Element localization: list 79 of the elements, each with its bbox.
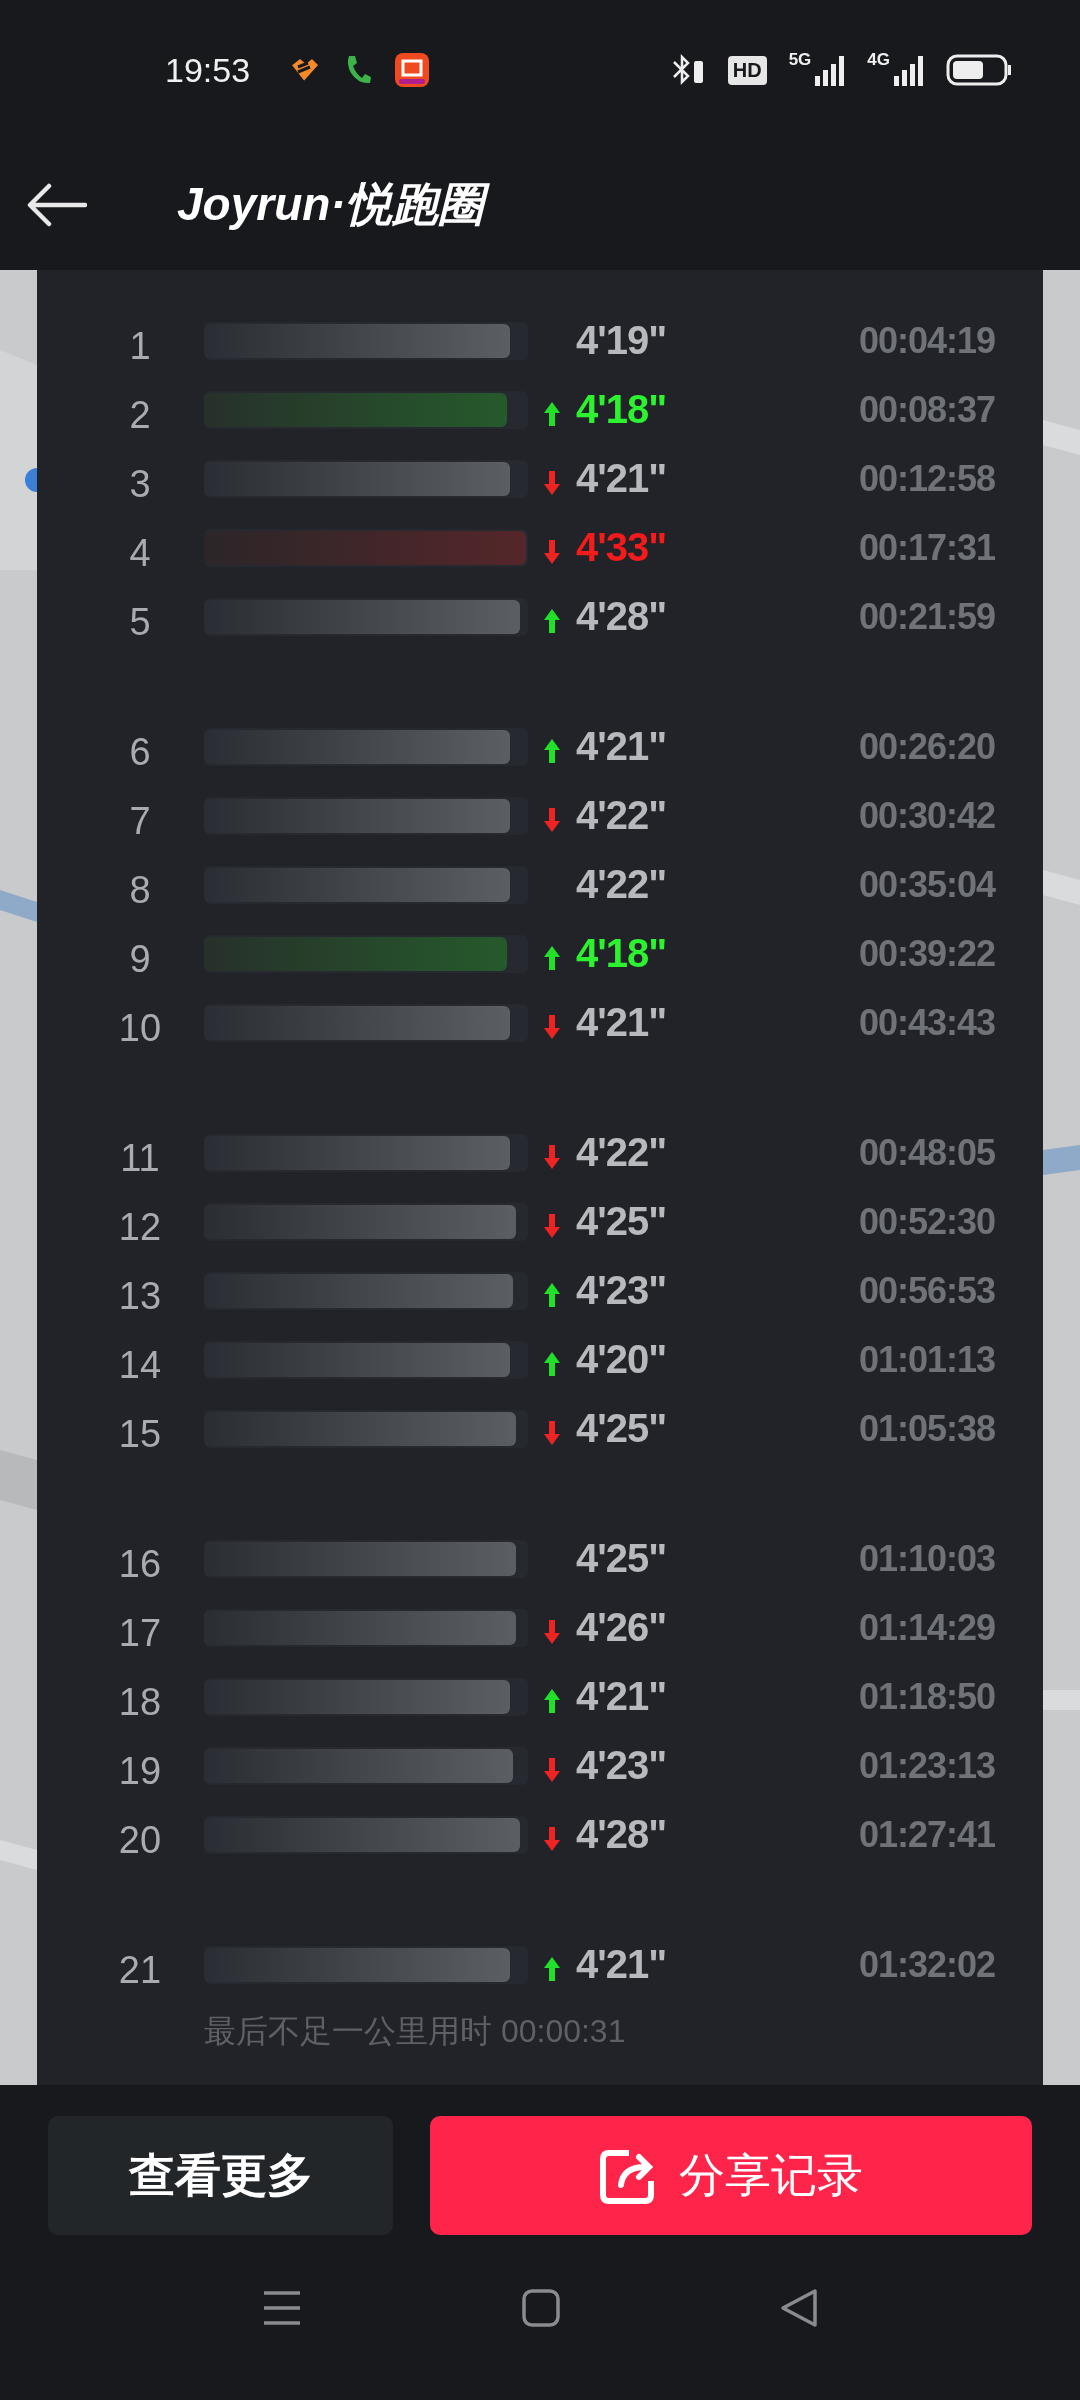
cumulative-time: 00:08:37 [858, 388, 996, 431]
kilometer-number: 18 [117, 1681, 163, 1724]
kilometer-number: 16 [117, 1543, 163, 1586]
pace-value: 4'21" [576, 1000, 668, 1045]
pace-value: 4'25" [576, 1199, 668, 1244]
pace-value: 4'33" [576, 525, 668, 570]
cumulative-time: 01:18:50 [858, 1675, 996, 1718]
cumulative-time: 01:14:29 [858, 1606, 996, 1649]
kilometer-number: 1 [128, 325, 152, 368]
cumulative-time: 01:23:13 [858, 1744, 996, 1787]
kilometer-number: 4 [128, 532, 152, 575]
pace-value: 4'28" [576, 1812, 668, 1857]
cumulative-time: 00:12:58 [858, 457, 996, 500]
kilometer-number: 7 [128, 800, 152, 843]
app-icon [394, 52, 431, 88]
pace-value: 4'25" [576, 1406, 668, 1451]
kilometer-number: 15 [117, 1413, 163, 1456]
kilometer-number: 20 [117, 1819, 163, 1862]
kilometer-number: 12 [117, 1206, 163, 1249]
kilometer-number: 8 [128, 869, 152, 912]
pace-value: 4'21" [576, 724, 668, 769]
cumulative-time: 01:10:03 [858, 1537, 996, 1580]
pace-value: 4'18" [576, 387, 668, 432]
pace-value: 4'23" [576, 1268, 668, 1313]
cumulative-time: 00:39:22 [858, 932, 996, 975]
cumulative-time: 00:26:20 [858, 725, 996, 768]
kilometer-number: 13 [117, 1275, 163, 1318]
cumulative-time: 00:30:42 [858, 794, 996, 837]
view-more-button[interactable]: 查看更多 [48, 2116, 393, 2235]
back-nav-icon[interactable] [780, 2287, 818, 2328]
cumulative-time: 00:17:31 [858, 526, 996, 569]
pace-value: 4'21" [576, 1942, 668, 1987]
cumulative-time: 00:21:59 [858, 595, 996, 638]
pace-value: 4'25" [576, 1536, 668, 1581]
battery-icon [946, 54, 1012, 86]
pace-value: 4'21" [576, 1674, 668, 1719]
pace-value: 4'20" [576, 1337, 668, 1382]
cumulative-time: 01:32:02 [858, 1943, 996, 1986]
kilometer-number: 6 [128, 731, 152, 774]
home-icon[interactable] [522, 2288, 560, 2327]
kilometer-number: 5 [128, 601, 152, 644]
network-label: 4G [867, 50, 890, 70]
cumulative-time: 00:52:30 [858, 1200, 996, 1243]
kilometer-number: 14 [117, 1344, 163, 1387]
pace-value: 4'18" [576, 931, 668, 976]
share-button[interactable]: 分享记录 [430, 2116, 1032, 2235]
kilometer-number: 11 [119, 1137, 161, 1180]
back-icon[interactable] [27, 183, 87, 227]
pace-value: 4'22" [576, 1130, 668, 1175]
pace-value: 4'22" [576, 793, 668, 838]
kilometer-number: 21 [117, 1949, 163, 1992]
cumulative-time: 01:01:13 [858, 1338, 996, 1381]
kilometer-number: 10 [117, 1007, 163, 1050]
remainder-note: 最后不足一公里用时 00:00:31 [204, 2012, 627, 2051]
kilometer-number: 9 [128, 938, 152, 981]
menu-icon[interactable] [262, 2289, 302, 2326]
app-title: Joyrun·悦跑圈 [177, 174, 494, 236]
pace-value: 4'23" [576, 1743, 668, 1788]
pace-value: 4'19" [576, 318, 668, 363]
network-label: 5G [788, 50, 812, 70]
cumulative-time: 01:27:41 [858, 1813, 996, 1856]
cumulative-time: 00:43:43 [858, 1001, 996, 1044]
pace-value: 4'26" [576, 1605, 668, 1650]
kilometer-number: 19 [117, 1750, 163, 1793]
cumulative-time: 00:35:04 [858, 863, 997, 906]
cumulative-time: 01:05:38 [858, 1407, 996, 1450]
cumulative-time: 00:04:19 [858, 319, 996, 362]
kilometer-number: 17 [117, 1612, 163, 1655]
status-time: 19:53 [165, 50, 251, 90]
pace-value: 4'21" [576, 456, 668, 501]
pace-value: 4'22" [576, 862, 668, 907]
signal-icon [894, 54, 924, 86]
kilometer-number: 2 [128, 394, 152, 437]
hd-badge: HD [727, 55, 767, 85]
cumulative-time: 00:56:53 [858, 1269, 996, 1312]
cumulative-time: 00:48:05 [858, 1131, 996, 1174]
signal-icon [815, 54, 846, 86]
pace-value: 4'28" [576, 594, 668, 639]
kilometer-number: 3 [128, 463, 152, 506]
